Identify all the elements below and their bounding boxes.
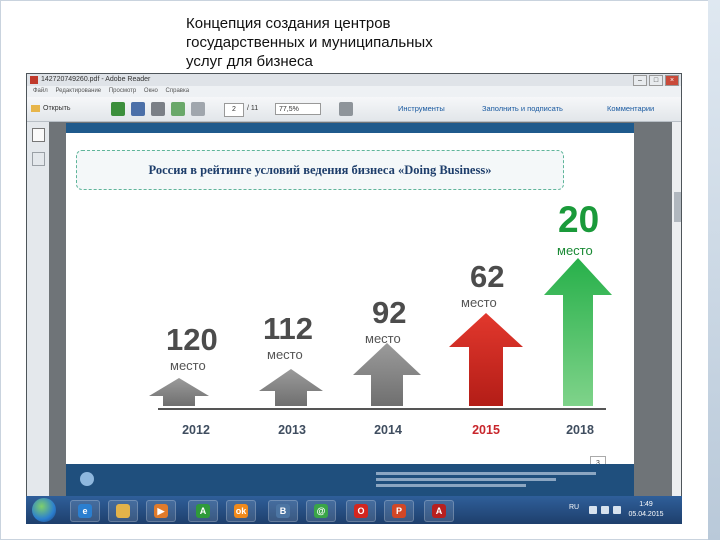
mail-at-icon[interactable]: @: [306, 500, 336, 522]
powerpoint-icon[interactable]: P: [384, 500, 414, 522]
tools-pane-button[interactable]: Инструменты: [398, 102, 445, 116]
attachments-icon[interactable]: [32, 152, 45, 166]
odnoklassniki-icon[interactable]: ok: [226, 500, 256, 522]
slide-title-line-1: Концепция создания центров: [186, 15, 391, 32]
clock-date: 05.04.2015: [628, 511, 664, 518]
email-icon[interactable]: [191, 102, 205, 116]
maximize-button[interactable]: □: [649, 75, 663, 86]
page-total: / 11: [247, 105, 259, 112]
menu-view[interactable]: Просмотр: [109, 88, 136, 94]
window-title: 142720749260.pdf - Adobe Reader: [41, 76, 151, 83]
menu-bar: Файл Редактирование Просмотр Окно Справк…: [27, 86, 681, 97]
close-button[interactable]: ×: [665, 75, 679, 86]
file-explorer-icon[interactable]: [108, 500, 138, 522]
arrow-2014: [353, 343, 421, 406]
clock-time: 1:49: [639, 501, 653, 508]
rank-2013: 112: [263, 311, 314, 346]
page-footer: [66, 464, 634, 497]
language-indicator[interactable]: RU: [569, 504, 579, 511]
vkontakte-icon[interactable]: B: [268, 500, 298, 522]
year-2012: 2012: [182, 423, 210, 437]
system-clock[interactable]: 1:49 05.04.2015: [626, 500, 666, 520]
open-button[interactable]: Открыть: [31, 102, 71, 116]
footer-logo: [80, 471, 158, 489]
windows-taskbar: e ▶ A ok B @ O P A RU 1:49 05.04.2015: [26, 496, 682, 524]
minimize-button[interactable]: –: [633, 75, 647, 86]
year-2015: 2015: [472, 423, 500, 437]
arrow-2013: [259, 369, 323, 406]
windows-start-icon[interactable]: [32, 498, 56, 522]
rank-unit-2012: место: [170, 358, 206, 373]
footer-text-line: [376, 484, 526, 487]
page-number-input[interactable]: 2: [224, 103, 244, 117]
opera-icon[interactable]: O: [346, 500, 376, 522]
internet-explorer-icon[interactable]: e: [70, 500, 100, 522]
chart-baseline: [158, 408, 606, 410]
rank-2014: 92: [372, 295, 407, 330]
globe-icon: [80, 472, 94, 487]
select-tool-icon[interactable]: [339, 102, 353, 116]
footer-text-line: [376, 472, 596, 475]
window-controls: – □ ×: [633, 75, 679, 86]
slide-title-line-3: услуг для бизнеса: [186, 53, 313, 70]
vertical-scrollbar[interactable]: [672, 122, 681, 498]
create-pdf-icon[interactable]: [111, 102, 125, 116]
comments-pane-button[interactable]: Комментарии: [607, 102, 654, 116]
ranking-arrows: [149, 258, 612, 406]
page-thumbnails-icon[interactable]: [32, 128, 45, 142]
menu-help[interactable]: Справка: [166, 88, 190, 94]
scrollbar-thumb[interactable]: [674, 192, 681, 222]
print-icon[interactable]: [151, 102, 165, 116]
year-2014: 2014: [374, 423, 402, 437]
slide-title: Концепция создания центров государственн…: [186, 14, 546, 71]
slide-accent-bar: [708, 0, 720, 540]
menu-window[interactable]: Окно: [144, 88, 158, 94]
fill-sign-pane-button[interactable]: Заполнить и подписать: [482, 102, 563, 116]
rank-2012: 120: [166, 322, 218, 357]
reader-toolbar: Открыть 2 / 11 77,5% Инструменты Заполни…: [27, 97, 681, 122]
flag-icon[interactable]: [589, 506, 597, 514]
folder-icon: [31, 104, 40, 112]
arrow-2012: [149, 378, 209, 406]
year-2018: 2018: [566, 423, 594, 437]
menu-edit[interactable]: Редактирование: [55, 88, 101, 94]
zoom-select[interactable]: 77,5%: [275, 103, 321, 115]
slide-title-line-2: государственных и муниципальных: [186, 34, 433, 51]
media-player-icon[interactable]: ▶: [146, 500, 176, 522]
menu-file[interactable]: Файл: [33, 88, 48, 94]
a-app-icon[interactable]: A: [188, 500, 218, 522]
cloud-icon[interactable]: [171, 102, 185, 116]
footer-text-line: [376, 478, 556, 481]
rank-2015: 62: [470, 259, 505, 294]
network-icon[interactable]: [601, 506, 609, 514]
navigation-panel: [27, 122, 49, 498]
save-icon[interactable]: [131, 102, 145, 116]
rank-unit-2014: место: [365, 331, 401, 346]
window-titlebar[interactable]: 142720749260.pdf - Adobe Reader – □ ×: [27, 74, 681, 86]
adobe-reader-app-icon: [30, 76, 38, 84]
arrow-2018: [544, 258, 612, 406]
pdf-page: Россия в рейтинге условий ведения бизнес…: [66, 123, 634, 497]
rank-unit-2018: место: [557, 243, 593, 258]
year-2013: 2013: [278, 423, 306, 437]
arrow-2015: [449, 313, 523, 406]
rank-unit-2015: место: [461, 295, 497, 310]
rank-2018: 20: [558, 199, 600, 240]
rank-unit-2013: место: [267, 347, 303, 362]
adobe-reader-icon[interactable]: A: [424, 500, 454, 522]
open-button-label: Открыть: [43, 105, 71, 112]
volume-icon[interactable]: [613, 506, 621, 514]
